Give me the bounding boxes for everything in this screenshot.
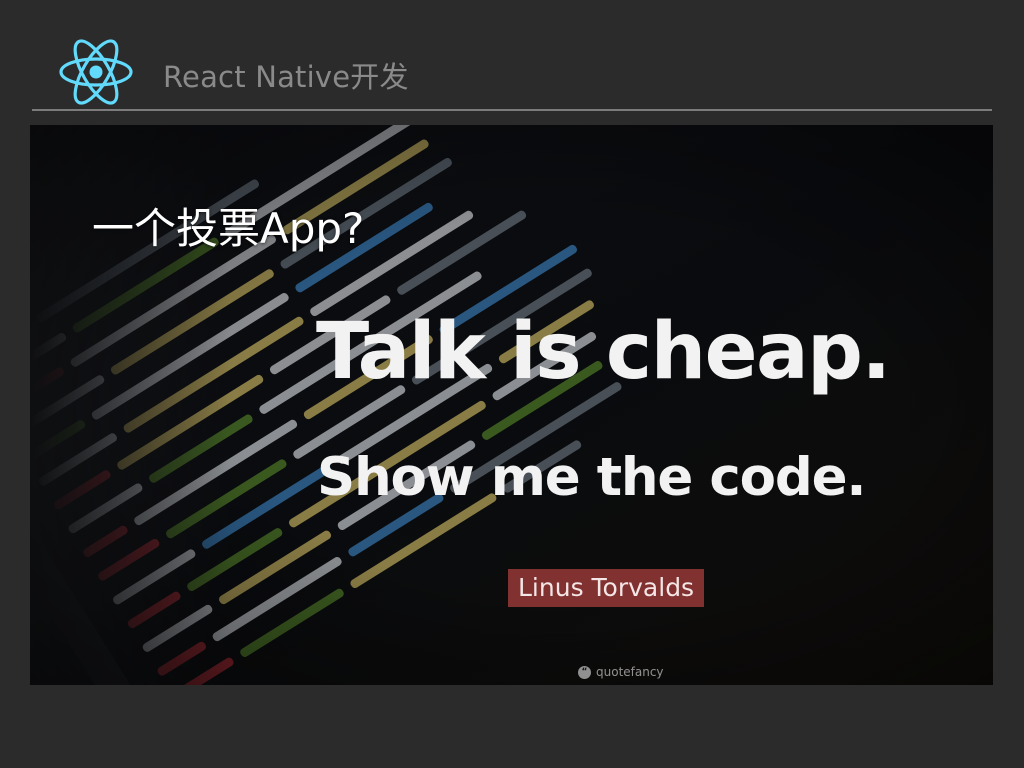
presentation-title: React Native开发 <box>163 60 409 94</box>
react-logo-icon <box>58 38 134 106</box>
watermark-label: quotefancy <box>596 665 664 679</box>
quote-line-1: Talk is cheap. <box>316 307 891 397</box>
slide: React Native开发 一个投票App? Talk is cheap. S… <box>0 0 1024 768</box>
quote-image: 一个投票App? Talk is cheap. Show me the code… <box>30 125 993 685</box>
quote-line-2: Show me the code. <box>317 447 866 508</box>
slide-heading: 一个投票App? <box>92 204 365 253</box>
watermark: “ quotefancy <box>578 665 664 679</box>
quote-author-badge: Linus Torvalds <box>508 569 705 607</box>
slide-header: React Native开发 <box>0 0 1024 112</box>
quote-icon: “ <box>578 665 591 679</box>
header-divider <box>32 109 992 111</box>
